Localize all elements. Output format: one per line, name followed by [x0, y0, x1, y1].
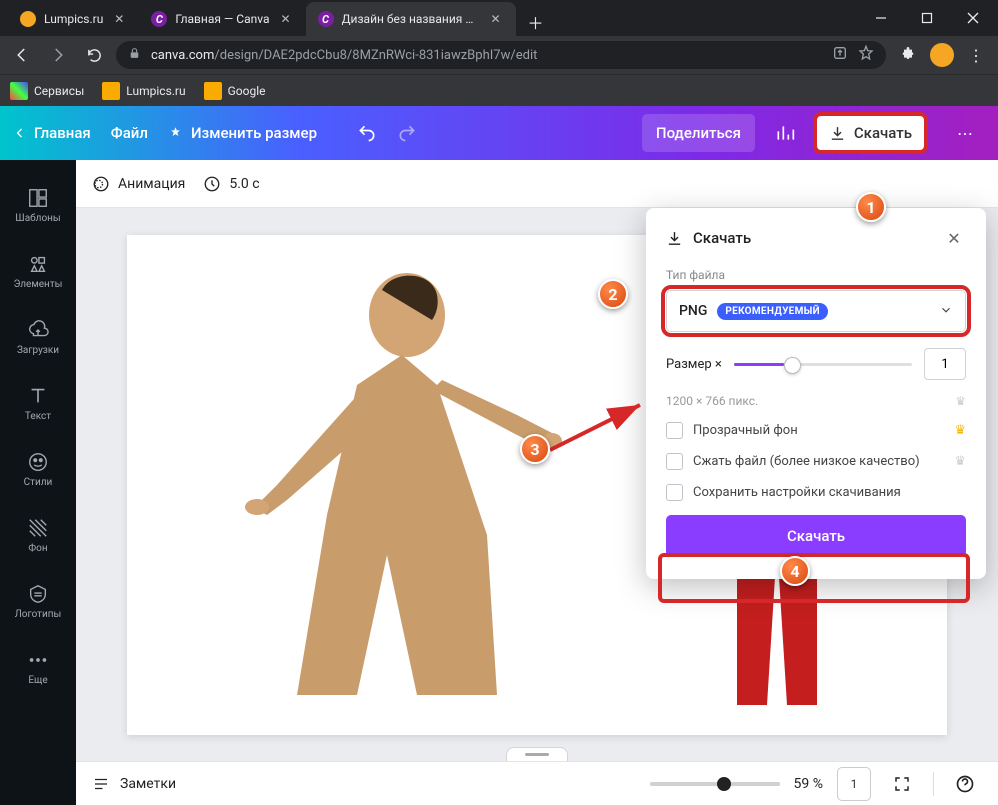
more-button[interactable]: ⋯ [946, 114, 984, 152]
reload-button[interactable] [80, 41, 108, 69]
image-person-left[interactable] [207, 255, 567, 715]
undo-button[interactable] [357, 123, 377, 143]
bottom-bar: Заметки 59 % 1 [76, 761, 998, 805]
analytics-button[interactable] [775, 123, 795, 143]
back-button[interactable] [8, 41, 36, 69]
favicon-icon: C [318, 11, 334, 27]
annotation-step-3: 3 [520, 434, 550, 464]
annotation-step-1: 1 [856, 192, 886, 222]
address-bar[interactable]: canva.com/design/DAE2pdcCbu8/8MZnRWci-83… [116, 41, 886, 69]
tab-title: Lumpics.ru [44, 12, 103, 26]
help-button[interactable] [948, 767, 982, 801]
file-menu[interactable]: Файл [111, 124, 148, 142]
download-confirm-button[interactable]: Скачать [666, 515, 966, 557]
download-panel: Скачать ✕ Тип файла PNG РЕКОМЕНДУЕМЫЙ Ра… [646, 208, 986, 579]
transparent-checkbox[interactable]: Прозрачный фон♛ [666, 422, 966, 439]
filetype-select[interactable]: PNG РЕКОМЕНДУЕМЫЙ [666, 290, 966, 332]
crown-icon: ♛ [954, 454, 966, 469]
apps-icon [10, 82, 28, 100]
compress-checkbox[interactable]: Сжать файл (более низкое качество)♛ [666, 453, 966, 470]
sidebar-templates[interactable]: Шаблоны [0, 172, 76, 238]
home-link[interactable]: Главная [14, 124, 91, 142]
format-value: PNG [679, 303, 707, 319]
sidebar-elements[interactable]: Элементы [0, 238, 76, 304]
tab-close-icon[interactable]: ✕ [488, 11, 504, 27]
resize-menu[interactable]: Изменить размер [168, 124, 317, 142]
canva-sidebar: Шаблоны Элементы Загрузки Текст Стили Фо… [0, 160, 76, 805]
crown-icon: ♛ [955, 394, 966, 408]
forward-button[interactable] [44, 41, 72, 69]
page-handle[interactable] [506, 747, 568, 761]
checkbox-icon [666, 422, 683, 439]
tab-title: Главная — Canva [175, 12, 269, 26]
download-button[interactable]: Скачать [815, 114, 926, 152]
fullscreen-button[interactable] [885, 767, 919, 801]
bookmark-item[interactable]: Сервисы [10, 82, 84, 100]
animation-button[interactable]: Анимация [92, 175, 185, 193]
sidebar-background[interactable]: Фон [0, 502, 76, 568]
notes-button[interactable]: Заметки [92, 775, 176, 793]
sidebar-logos[interactable]: Логотипы [0, 568, 76, 634]
annotation-step-2: 2 [598, 279, 628, 309]
dimensions-text: 1200 × 766 пикс. [666, 394, 758, 408]
browser-menu-button[interactable]: ⋮ [962, 41, 990, 69]
duration-button[interactable]: 5.0 с [203, 175, 259, 193]
bookmark-star-icon[interactable] [858, 45, 874, 65]
tab-close-icon[interactable]: ✕ [278, 11, 294, 27]
canva-app: Главная Файл Изменить размер Поделиться … [0, 106, 998, 805]
canva-body: Шаблоны Элементы Загрузки Текст Стили Фо… [0, 160, 998, 805]
lock-icon [128, 47, 141, 64]
new-tab-button[interactable]: ＋ [522, 8, 550, 36]
save-settings-checkbox[interactable]: Сохранить настройки скачивания [666, 484, 966, 501]
share-button[interactable]: Поделиться [642, 114, 755, 152]
size-label: Размер × [666, 357, 722, 372]
minimize-button[interactable] [858, 0, 904, 36]
bookmark-item[interactable]: Lumpics.ru [102, 82, 185, 100]
sidebar-more[interactable]: Еще [0, 634, 76, 700]
url-text: canva.com/design/DAE2pdcCbu8/8MZnRWci-83… [151, 48, 822, 63]
favicon-icon [20, 11, 36, 27]
sidebar-text[interactable]: Текст [0, 370, 76, 436]
checkbox-icon [666, 453, 683, 470]
browser-tab[interactable]: C Главная — Canva ✕ [139, 2, 305, 36]
browser-tabstrip: Lumpics.ru ✕ C Главная — Canva ✕ C Дизай… [0, 0, 720, 36]
zoom-value[interactable]: 59 % [794, 776, 823, 792]
browser-tab[interactable]: Lumpics.ru ✕ [8, 2, 139, 36]
page-count-button[interactable]: 1 [837, 767, 871, 801]
recommended-badge: РЕКОМЕНДУЕМЫЙ [717, 303, 828, 320]
canvas-area: Анимация 5.0 с Заметки [76, 160, 998, 805]
maximize-button[interactable] [904, 0, 950, 36]
filetype-label: Тип файла [666, 268, 966, 282]
bookmark-item[interactable]: Google [204, 82, 266, 100]
chevron-down-icon [939, 302, 953, 321]
size-input[interactable] [924, 348, 966, 380]
crown-icon: ♛ [954, 423, 966, 438]
folder-icon [204, 82, 222, 100]
close-window-button[interactable] [950, 0, 996, 36]
share-url-icon[interactable] [832, 45, 848, 65]
panel-title: Скачать [666, 229, 751, 247]
redo-button[interactable] [397, 123, 417, 143]
canva-topbar: Главная Файл Изменить размер Поделиться … [0, 106, 998, 160]
favicon-icon: C [151, 11, 167, 27]
profile-avatar[interactable] [930, 43, 954, 67]
bookmarks-bar: Сервисы Lumpics.ru Google [0, 74, 998, 106]
folder-icon [102, 82, 120, 100]
sidebar-styles[interactable]: Стили [0, 436, 76, 502]
sidebar-uploads[interactable]: Загрузки [0, 304, 76, 370]
browser-tab-active[interactable]: C Дизайн без названия — 1200 ✕ [306, 2, 516, 36]
tab-close-icon[interactable]: ✕ [111, 11, 127, 27]
browser-toolbar: canva.com/design/DAE2pdcCbu8/8MZnRWci-83… [0, 36, 998, 74]
size-slider[interactable] [734, 363, 912, 366]
extensions-button[interactable] [894, 41, 922, 69]
checkbox-icon [666, 484, 683, 501]
zoom-slider[interactable] [650, 782, 780, 786]
close-panel-button[interactable]: ✕ [942, 226, 966, 250]
tab-title: Дизайн без названия — 1200 [342, 12, 480, 26]
annotation-arrow [545, 395, 655, 469]
annotation-step-4: 4 [780, 556, 810, 586]
